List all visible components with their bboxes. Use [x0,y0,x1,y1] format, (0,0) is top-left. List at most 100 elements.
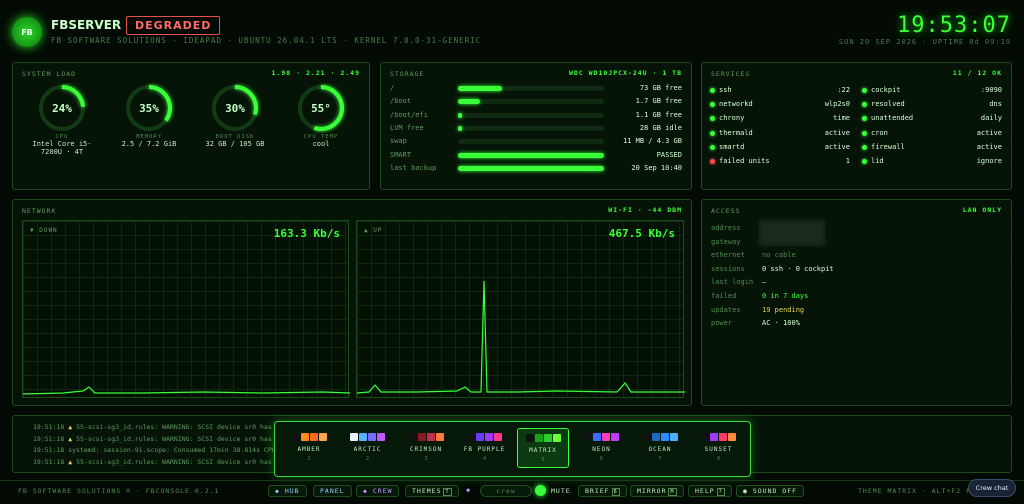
storage-bar [458,125,604,131]
mute-label[interactable]: MUTE [551,487,571,495]
status-dot-icon [862,102,867,108]
panel-button[interactable]: PANEL [313,485,352,497]
color-swatch [584,433,592,441]
service-value: time [833,114,850,123]
service-item: unattended daily [862,113,1002,125]
theme-option-sunset[interactable]: SUNSET 8 [693,428,745,468]
themes-label: THEMES [412,487,442,495]
theme-option-neon[interactable]: NEON 6 [576,428,628,468]
theme-name: ARCTIC [353,446,382,453]
storage-bar [458,99,604,105]
service-name: ssh [719,86,732,94]
theme-number: 1 [307,456,311,462]
service-value: wlp2s0 [824,100,850,109]
service-name: lid [871,157,884,165]
date-uptime: SUN 20 SEP 2026 · UPTIME 0d 09:19 [838,38,1011,46]
color-swatch [408,433,417,441]
service-name: cockpit [871,86,901,94]
theme-option-arctic[interactable]: ARCTIC 2 [342,428,394,468]
service-item: networkd wlp2s0 [710,99,850,111]
status-dot-icon [862,130,867,136]
theme-name: CRIMSON [409,446,443,453]
theme-option-ocean[interactable]: OCEAN 7 [634,428,686,468]
color-swatch [660,433,669,441]
brief-button[interactable]: BRIEF B [578,485,627,497]
storage-bar [458,86,604,91]
gauge: 55° CPU TEMP cool [286,83,356,148]
sound-label: ● SOUND OFF [743,487,798,495]
log-text: 55-scsi-sg3_id.rules: WARNING: SCSI devi… [76,457,272,466]
storage-bar [458,139,604,145]
color-swatch [701,433,709,441]
access-key: gateway [711,237,741,246]
log-text: 55-scsi-sg3_id.rules: WARNING: SCSI devi… [76,423,272,431]
access-key: last login [711,278,754,287]
panel-title: ACCESS [711,207,741,215]
crew-chat-button[interactable]: Crew chat [968,479,1016,497]
upload-graph [357,280,685,394]
theme-name: OCEAN [648,446,672,453]
access-row: power AC · 100% [711,318,1011,330]
service-item: chrony time [710,113,850,125]
system-subline: FB SOFTWARE SOLUTIONS · IDEAPAD · UBUNTU… [51,36,482,45]
theme-swatches [400,433,452,441]
mirror-button[interactable]: MIRROR M [630,485,684,497]
footer-copyright: FB SOFTWARE SOLUTIONS ® · FBCONSOLE 0.2.… [18,487,220,495]
footer-bar: FB SOFTWARE SOLUTIONS ® · FBCONSOLE 0.2.… [0,479,1024,504]
status-badge: DEGRADED [126,16,221,35]
theme-number: 4 [482,456,486,462]
color-swatch [318,433,327,441]
status-dot-icon [710,102,715,108]
theme-picker: AMBER 1 ARCTIC 2 CRIMSON 3 FB PURPLE 4 MATRIX 5 NE… [274,421,751,477]
color-swatch [350,433,358,441]
gauge-value: 30% [225,101,245,115]
service-name: networkd [719,100,753,109]
service-value: dns [989,100,1002,109]
log-line: 19:51:18 ▲ 55-scsi-sg3_id.rules: WARNING… [33,435,272,443]
crew-toggle[interactable]: crew [480,485,532,497]
gauge-detail: 2.5 / 7.2 GiB [121,140,177,148]
service-value: active [824,142,850,151]
help-label: HELP [695,487,715,495]
access-value: 0 in 7 days [762,292,809,300]
service-name: unattended [871,114,914,123]
storage-label: SMART [390,150,412,159]
panel-title: SYSTEM LOAD [22,70,77,78]
service-value: daily [980,114,1002,123]
log-time: 19:51:18 [33,423,65,431]
panel-title: SERVICES [711,70,751,78]
hub-button[interactable]: ◆ HUB [268,485,307,497]
crew-button[interactable]: ◆ CREW [356,485,400,497]
access-row: ethernet no cable [711,250,1011,262]
color-swatch [593,433,601,441]
storage-bar-fill [458,152,604,158]
service-value: :9090 [980,86,1002,94]
mute-indicator-icon[interactable] [535,485,546,496]
access-key: failed [711,292,737,300]
system-load-panel: SYSTEM LOAD 1.98 · 2.21 · 2.49 24% CPU Int… [12,62,370,190]
theme-option-fb-purple[interactable]: FB PURPLE 4 [459,428,511,468]
color-swatch [494,433,502,441]
theme-option-crimson[interactable]: CRIMSON 3 [400,428,452,468]
access-key: ethernet [711,251,745,260]
service-item: smartd active [710,142,850,154]
warning-icon: ▲ [68,434,73,443]
access-key: updates [711,305,741,314]
theme-option-amber[interactable]: AMBER 1 [283,428,335,468]
sound-button[interactable]: ● SOUND OFF [736,485,805,497]
color-swatch [534,434,543,442]
gauge-detail: Intel Core i5-7200U · 4T [32,140,92,156]
gauge-value: 35% [139,101,159,115]
themes-button[interactable]: THEMES T [405,485,459,497]
service-name: cron [871,128,888,137]
color-swatch [417,433,426,441]
themes-shortcut: T [443,488,452,496]
storage-bar [458,112,604,118]
brand-name: FBSERVER [51,18,122,32]
log-time: 19:51:18 [33,446,65,454]
gauge-value: 55° [311,101,331,115]
color-swatch [611,433,619,441]
theme-option-matrix[interactable]: MATRIX 5 [517,428,569,468]
help-button[interactable]: HELP? [688,485,732,497]
access-value: 0 ssh · 0 cockpit [762,264,834,273]
